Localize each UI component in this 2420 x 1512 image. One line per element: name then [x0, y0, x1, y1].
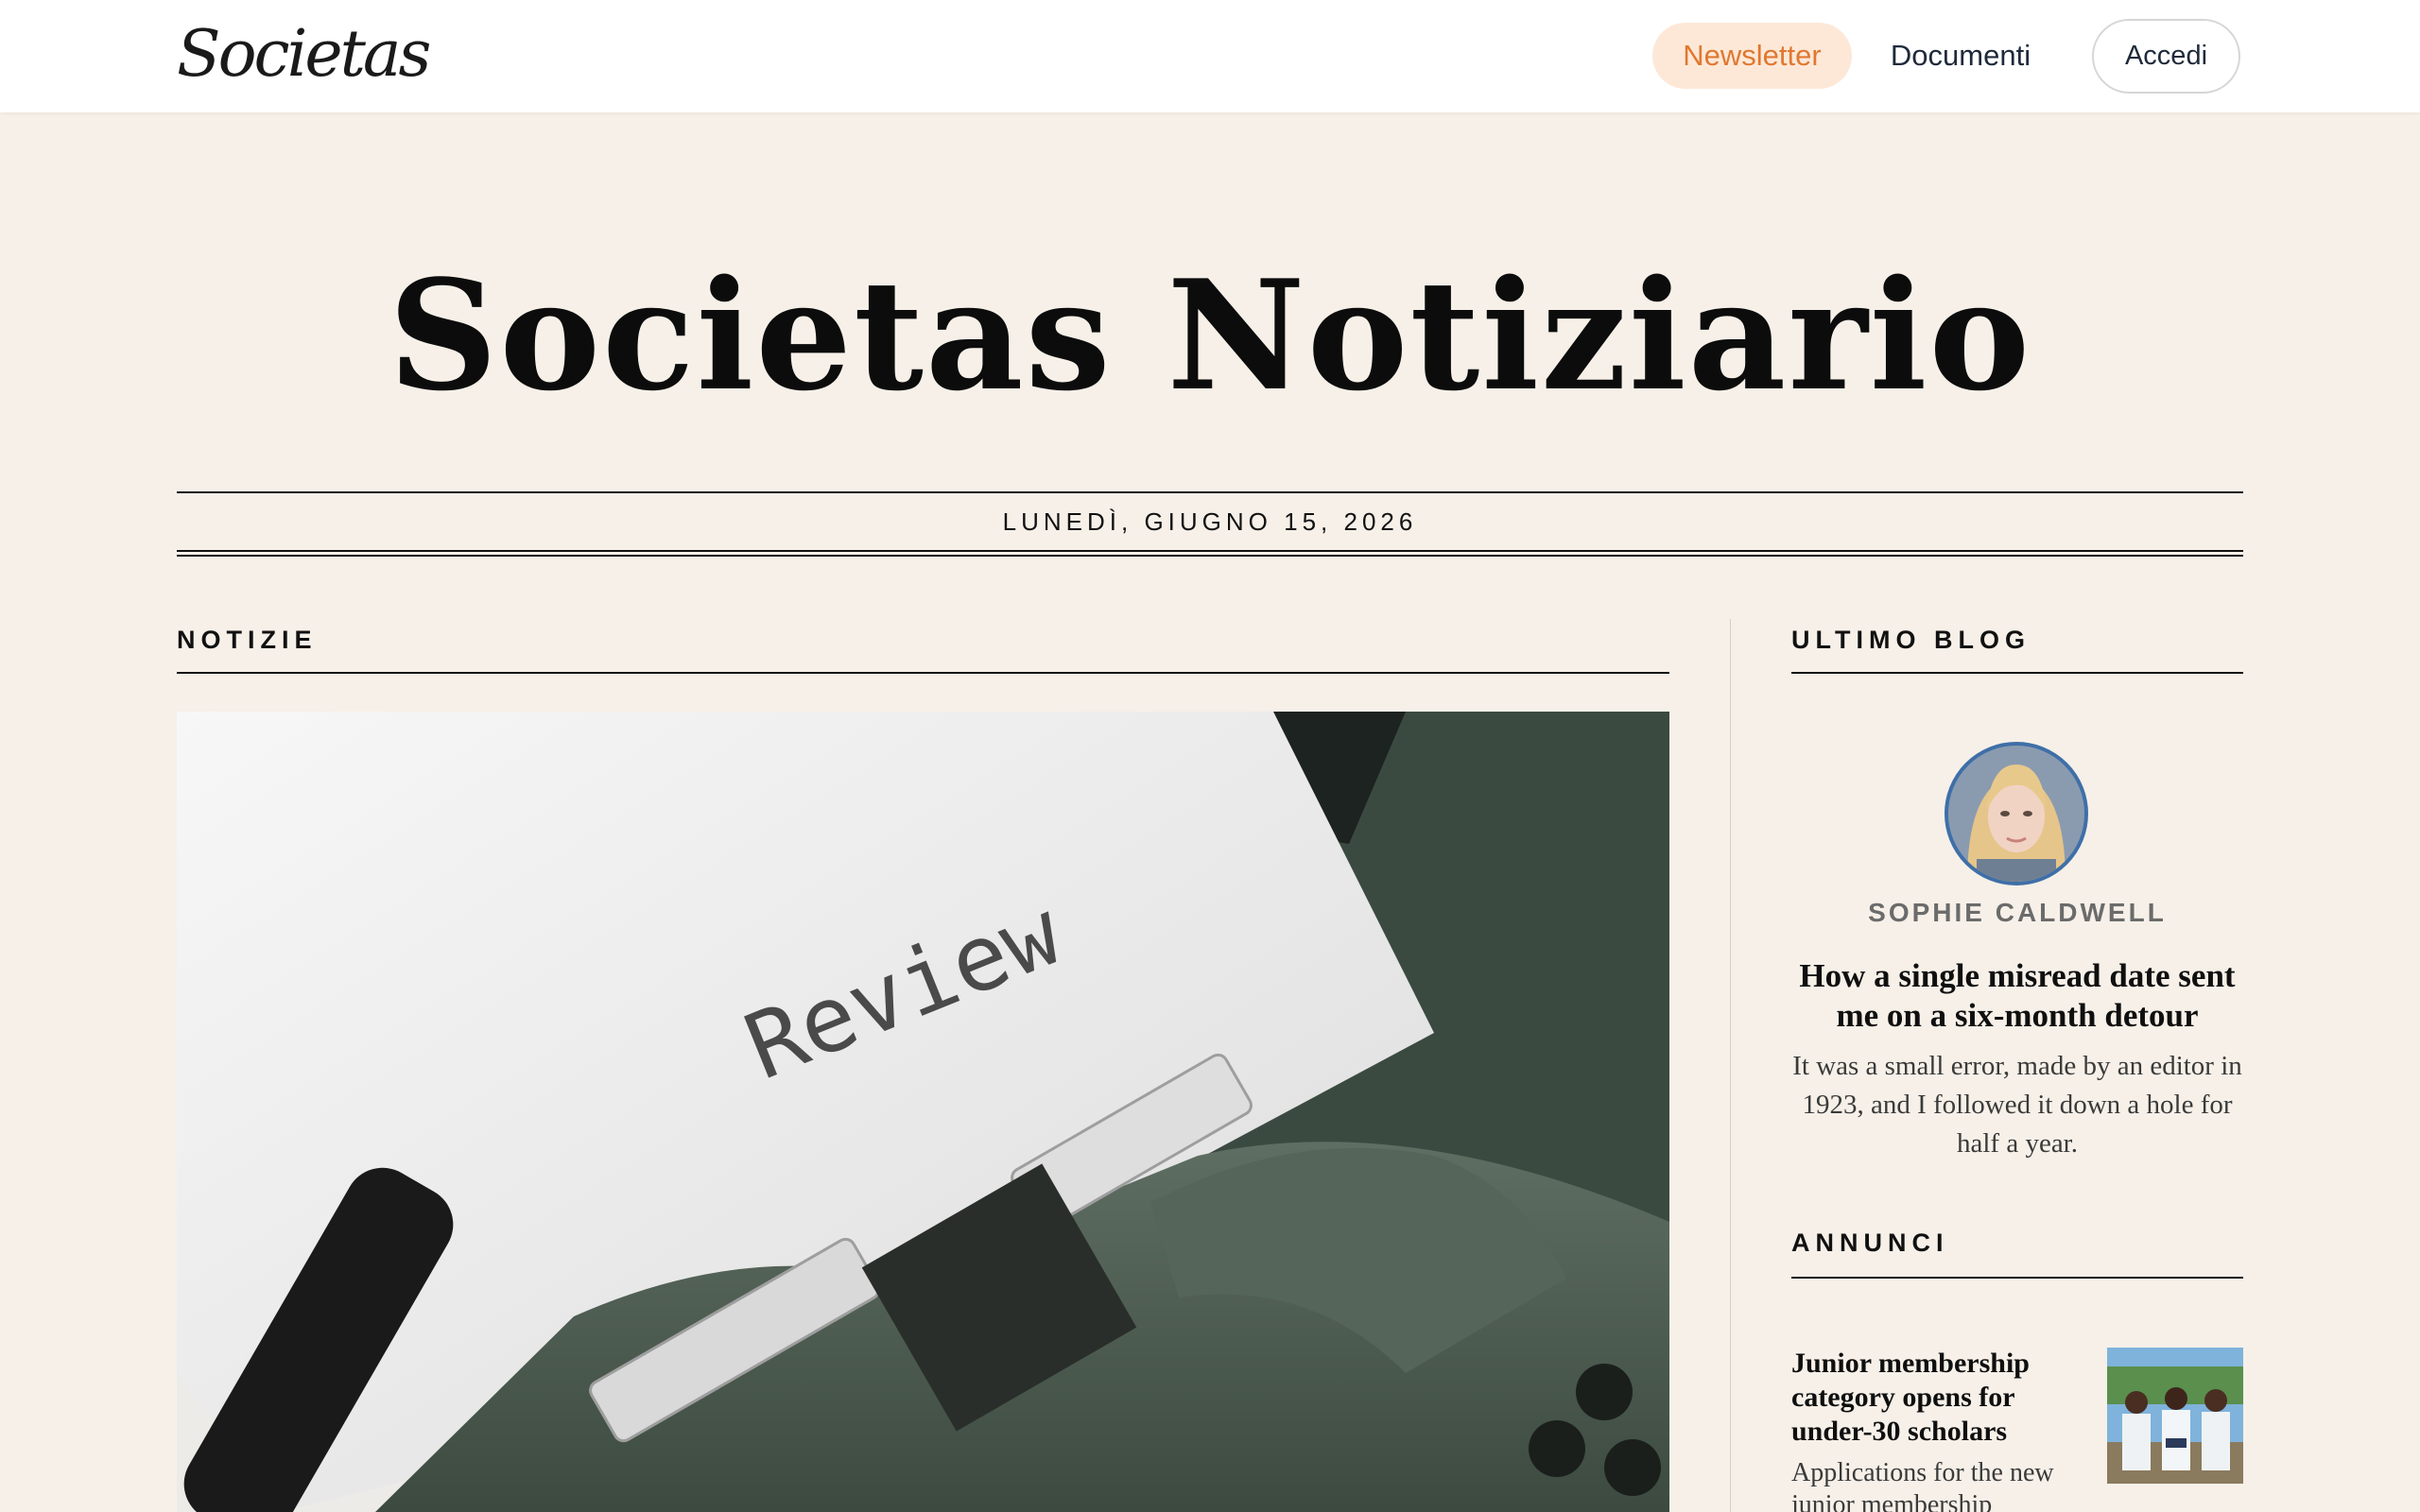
blog-post-excerpt: It was a small error, made by an editor … [1792, 1051, 2242, 1159]
nav-documents-link[interactable]: Documenti [1872, 23, 2049, 89]
author-portrait [1948, 746, 2084, 882]
announcement-excerpt: Applications for the new junior membersh… [1791, 1458, 2054, 1512]
masthead-rule-top [177, 491, 2243, 493]
blog-section-rule [1791, 672, 2243, 674]
site-logo[interactable]: Societas [177, 17, 431, 93]
masthead-rule-bottom-double [177, 555, 2243, 557]
news-section-rule [177, 672, 1669, 674]
column-divider [1730, 619, 1731, 1512]
blog-author-name[interactable]: SOPHIE CALDWELL [1791, 898, 2243, 928]
masthead-rule-bottom [177, 550, 2243, 552]
blog-post-title[interactable]: How a single misread date sent me on a s… [1791, 956, 2243, 1036]
announcements-section-title: ANNUNCI [1791, 1228, 1949, 1257]
students-photo [2107, 1348, 2243, 1484]
masthead-title: Societas Notiziario [388, 247, 2032, 424]
nav-newsletter-button[interactable]: Newsletter [1652, 23, 1852, 89]
top-navigation-bar: Societas Newsletter Documenti Accedi [0, 0, 2420, 112]
news-hero-image[interactable]: Review [177, 712, 1669, 1512]
blog-section-title: ULTIMO BLOG [1791, 626, 2031, 654]
announcements-section-rule [1791, 1277, 2243, 1279]
news-section-title: NOTIZIE [177, 626, 318, 654]
announcement-thumbnail[interactable] [2107, 1348, 2243, 1484]
author-avatar[interactable] [1945, 742, 2088, 885]
announcement-title[interactable]: Junior membership category opens for und… [1791, 1347, 2094, 1449]
login-button[interactable]: Accedi [2092, 19, 2240, 94]
typewriter-photo: Review [177, 712, 1669, 1512]
masthead-date: LUNEDÌ, GIUGNO 15, 2026 [1002, 507, 1418, 536]
